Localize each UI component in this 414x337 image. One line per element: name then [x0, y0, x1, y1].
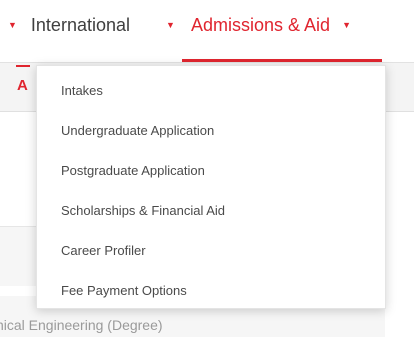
top-navigation: ▼ International ▼ Admissions & Aid ▼ [0, 0, 414, 62]
menu-item-scholarships-financial-aid[interactable]: Scholarships & Financial Aid [61, 200, 225, 220]
admissions-dropdown-menu: Intakes Undergraduate Application Postgr… [36, 65, 386, 309]
course-title-partial[interactable]: nical Engineering (Degree) [0, 317, 163, 333]
menu-item-career-profiler[interactable]: Career Profiler [61, 240, 146, 260]
menu-item-fee-payment-options[interactable]: Fee Payment Options [61, 280, 187, 300]
subnav-accent-bar [16, 65, 30, 67]
caret-down-icon: ▼ [166, 19, 175, 30]
menu-item-undergraduate-application[interactable]: Undergraduate Application [61, 120, 214, 140]
menu-item-intakes[interactable]: Intakes [61, 80, 103, 100]
caret-down-icon: ▼ [166, 13, 175, 37]
subnav-label[interactable]: A [17, 77, 28, 94]
nav-item-label: International [30, 14, 130, 35]
menu-item-postgraduate-application[interactable]: Postgraduate Application [61, 160, 205, 180]
nav-item-international[interactable]: ▼ International [8, 13, 130, 37]
nav-item-label: Admissions & Aid [191, 14, 331, 35]
caret-down-icon: ▼ [8, 19, 17, 30]
nav-item-admissions-aid[interactable]: Admissions & Aid ▼ [191, 13, 351, 37]
caret-down-icon: ▼ [342, 19, 351, 30]
